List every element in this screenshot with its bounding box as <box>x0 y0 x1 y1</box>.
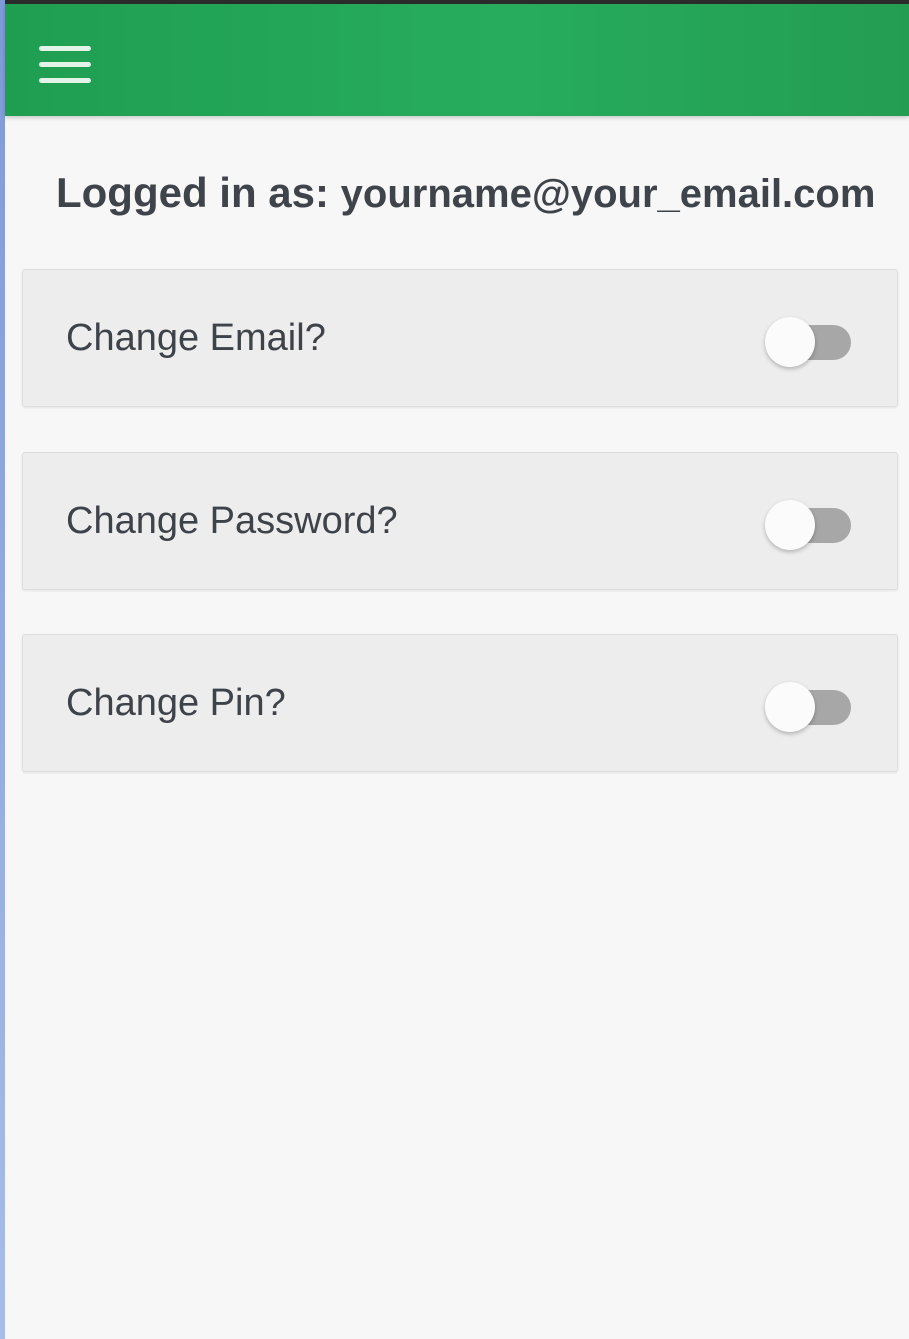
menu-line <box>39 62 91 67</box>
change-password-toggle[interactable] <box>765 500 855 550</box>
logged-in-email: yourname@your_email.com <box>340 172 876 216</box>
change-password-setting: Change Password? <box>22 452 898 590</box>
app-screen: Logged in as: yourname@your_email.com Ch… <box>0 0 909 1339</box>
change-email-toggle[interactable] <box>765 317 855 367</box>
app-bar <box>5 4 909 116</box>
logged-in-label: Logged in as: <box>56 169 329 216</box>
left-edge-strip <box>0 0 5 1339</box>
change-pin-toggle[interactable] <box>765 682 855 732</box>
toggle-thumb <box>765 682 815 732</box>
toggle-thumb <box>765 317 815 367</box>
hamburger-menu-icon[interactable] <box>31 38 93 92</box>
change-email-label: Change Email? <box>66 317 326 359</box>
menu-line <box>39 78 91 83</box>
change-pin-setting: Change Pin? <box>22 634 898 772</box>
logged-in-status: Logged in as: yourname@your_email.com <box>56 168 901 218</box>
toggle-thumb <box>765 500 815 550</box>
menu-line <box>39 46 91 51</box>
change-pin-label: Change Pin? <box>66 682 286 724</box>
change-password-label: Change Password? <box>66 500 398 542</box>
change-email-setting: Change Email? <box>22 269 898 407</box>
